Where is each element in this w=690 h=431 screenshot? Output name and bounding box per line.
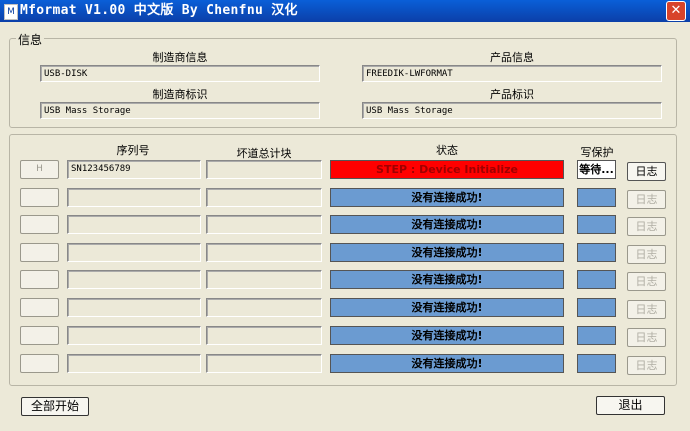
row-port-button[interactable] [20, 354, 59, 373]
log-button[interactable]: 日志 [627, 245, 666, 264]
row-port-button[interactable] [20, 326, 59, 345]
serial-header: 序列号 [116, 144, 150, 157]
write-protect-cell [577, 354, 616, 373]
status-cell: 没有连接成功! [330, 298, 564, 317]
serial-cell [67, 354, 201, 373]
serial-cell: SN123456789 [67, 160, 201, 179]
exit-button[interactable]: 退出 [596, 396, 665, 415]
status-cell: 没有连接成功! [330, 215, 564, 234]
product-id-label: 产品标识 [490, 88, 534, 101]
bad-blocks-cell [206, 243, 322, 262]
log-button[interactable]: 日志 [627, 162, 666, 181]
close-button[interactable]: ✕ [666, 1, 686, 21]
row-port-button[interactable]: H [20, 160, 59, 179]
log-button[interactable]: 日志 [627, 217, 666, 236]
log-button[interactable]: 日志 [627, 356, 666, 375]
status-cell: STEP : Device Initialize [330, 160, 564, 179]
write-protect-cell [577, 243, 616, 262]
row-port-button[interactable] [20, 298, 59, 317]
vendor-id-field[interactable]: USB Mass Storage [40, 102, 320, 119]
product-info-field[interactable]: FREEDIK-LWFORMAT [362, 65, 662, 82]
log-button[interactable]: 日志 [627, 190, 666, 209]
row-port-button[interactable] [20, 188, 59, 207]
info-group-label: 信息 [16, 31, 45, 48]
log-button[interactable]: 日志 [627, 272, 666, 291]
serial-cell [67, 215, 201, 234]
vendor-info-field[interactable]: USB-DISK [40, 65, 320, 82]
start-all-button[interactable]: 全部开始 [21, 397, 89, 416]
write-protect-cell [577, 270, 616, 289]
vendor-id-label: 制造商标识 [152, 88, 208, 101]
serial-cell [67, 298, 201, 317]
bad-blocks-cell [206, 298, 322, 317]
row-port-button[interactable] [20, 270, 59, 289]
serial-cell [67, 243, 201, 262]
row-port-button[interactable] [20, 243, 59, 262]
write-protect-cell [577, 326, 616, 345]
status-cell: 没有连接成功! [330, 188, 564, 207]
vendor-info-label: 制造商信息 [152, 51, 208, 64]
write-protect-header: 写保护 [580, 146, 614, 159]
status-cell: 没有连接成功! [330, 270, 564, 289]
status-header: 状态 [436, 144, 458, 157]
bad-blocks-cell [206, 354, 322, 373]
serial-cell [67, 326, 201, 345]
write-protect-cell [577, 215, 616, 234]
product-info-label: 产品信息 [490, 51, 534, 64]
log-button[interactable]: 日志 [627, 300, 666, 319]
bad-blocks-cell [206, 326, 322, 345]
bad-blocks-header: 坏道总计块 [236, 147, 292, 160]
bad-blocks-cell [206, 160, 322, 179]
status-cell: 没有连接成功! [330, 326, 564, 345]
window-title: Mformat V1.00 中文版 By Chenfnu 汉化 [20, 3, 298, 18]
title-bar: M Mformat V1.00 中文版 By Chenfnu 汉化 ✕ [0, 0, 690, 22]
write-protect-cell [577, 188, 616, 207]
bad-blocks-cell [206, 270, 322, 289]
log-button[interactable]: 日志 [627, 328, 666, 347]
serial-cell [67, 270, 201, 289]
bad-blocks-cell [206, 188, 322, 207]
write-protect-cell: 等待... [577, 160, 616, 179]
status-cell: 没有连接成功! [330, 354, 564, 373]
product-id-field[interactable]: USB Mass Storage [362, 102, 662, 119]
status-cell: 没有连接成功! [330, 243, 564, 262]
app-icon[interactable]: M [4, 4, 18, 20]
write-protect-cell [577, 298, 616, 317]
bad-blocks-cell [206, 215, 322, 234]
row-port-button[interactable] [20, 215, 59, 234]
serial-cell [67, 188, 201, 207]
